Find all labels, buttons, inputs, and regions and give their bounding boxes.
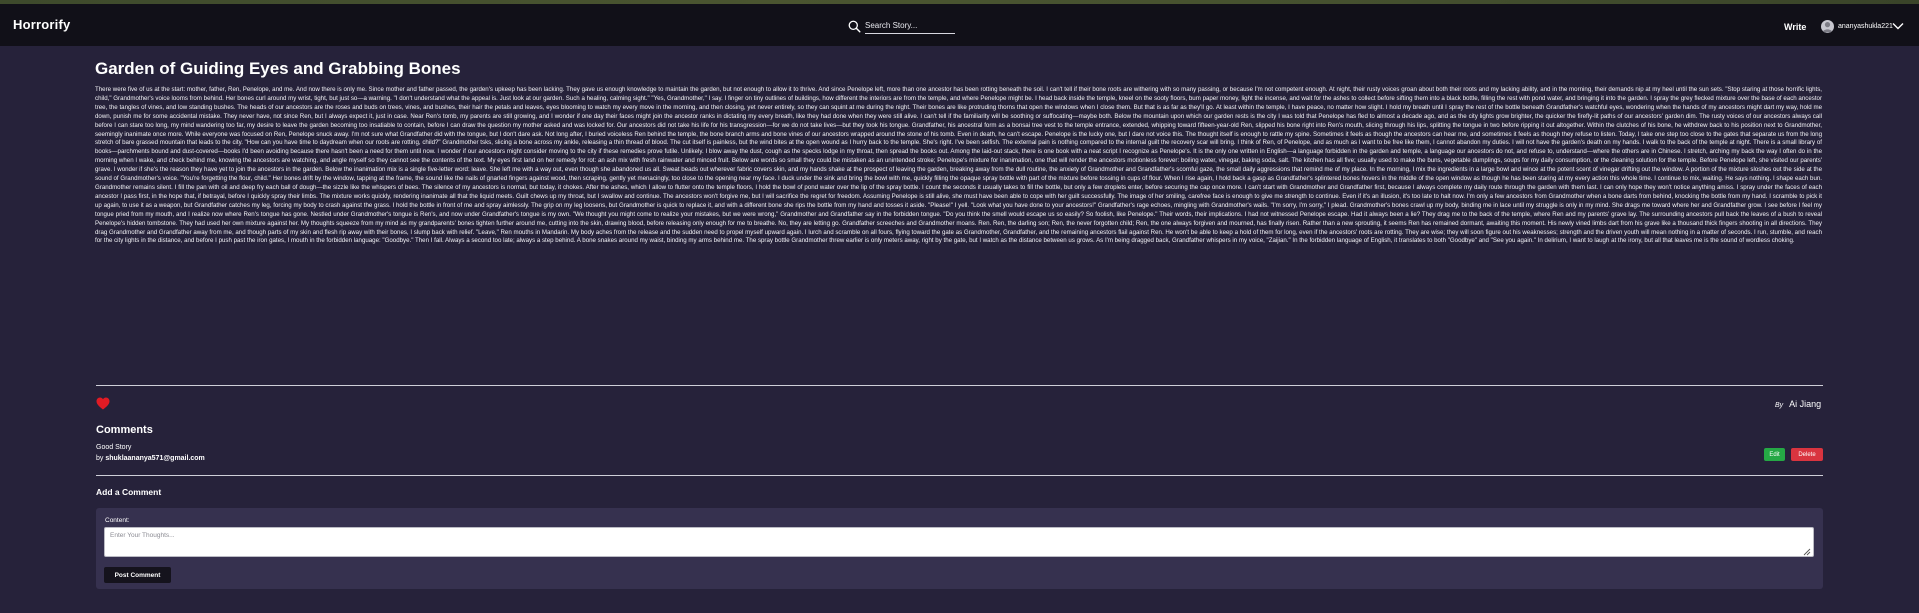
comment-author: by shuklaananya571@gmail.com xyxy=(96,455,205,462)
add-comment-heading: Add a Comment xyxy=(96,487,162,497)
navbar: Horrorify Write ananyashukla221 xyxy=(0,4,1919,46)
edit-comment-button[interactable]: Edit xyxy=(1764,448,1785,461)
divider xyxy=(96,385,1823,386)
username[interactable]: ananyashukla221 xyxy=(1838,23,1893,30)
content-label: Content: xyxy=(105,517,130,524)
chevron-down-icon[interactable] xyxy=(1892,21,1904,31)
user-icon xyxy=(1822,22,1833,33)
resize-grip-icon[interactable] xyxy=(1803,548,1811,556)
divider xyxy=(96,475,1823,476)
delete-comment-button[interactable]: Delete xyxy=(1791,448,1823,461)
heart-icon[interactable] xyxy=(96,397,110,410)
search-icon[interactable] xyxy=(848,20,861,33)
comments-heading: Comments xyxy=(96,424,153,436)
comment-form: Content: Post Comment xyxy=(96,508,1823,589)
comment-text: Good Story xyxy=(96,444,132,451)
post-comment-button[interactable]: Post Comment xyxy=(104,567,171,583)
brand-logo[interactable]: Horrorify xyxy=(13,17,70,32)
write-link[interactable]: Write xyxy=(1784,22,1806,32)
story-author[interactable]: Ai Jiang xyxy=(1789,399,1821,409)
avatar[interactable] xyxy=(1821,20,1834,33)
story-title: Garden of Guiding Eyes and Grabbing Bone… xyxy=(95,59,461,78)
search-input[interactable] xyxy=(865,18,955,34)
story-byline: By Ai Jiang xyxy=(1775,399,1821,409)
story-body: There were five of us at the start: moth… xyxy=(95,86,1822,245)
comment-textarea[interactable] xyxy=(104,527,1814,557)
search-bar xyxy=(848,16,956,36)
by-prefix: By xyxy=(1775,402,1784,409)
comment-by-prefix: by xyxy=(96,455,104,462)
comment-author-email: shuklaananya571@gmail.com xyxy=(105,455,205,462)
